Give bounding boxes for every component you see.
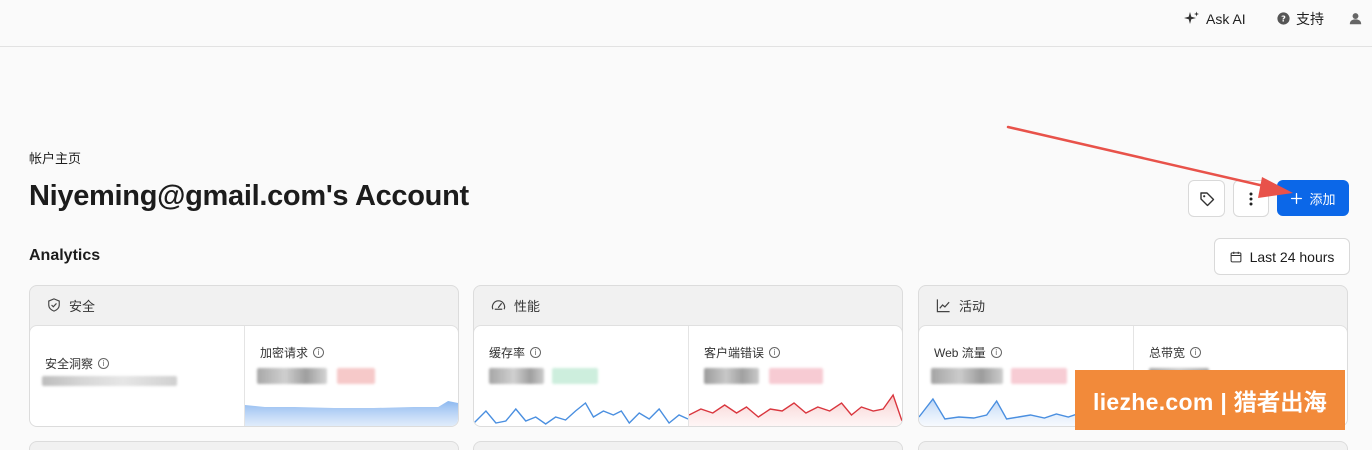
redacted-value bbox=[489, 368, 544, 384]
info-icon[interactable]: i bbox=[313, 347, 325, 358]
redacted-value bbox=[42, 376, 177, 386]
metric-security-insights[interactable]: 安全洞察 i bbox=[30, 326, 244, 426]
card-title: 活动 bbox=[959, 298, 986, 314]
tag-icon bbox=[1199, 191, 1214, 206]
info-icon[interactable]: i bbox=[530, 347, 542, 358]
metric-cache-rate[interactable]: 缓存率 i bbox=[474, 326, 688, 426]
metric-encrypted-requests[interactable]: 加密请求 i bbox=[244, 326, 458, 426]
card-next-row bbox=[29, 441, 459, 450]
svg-text:?: ? bbox=[1281, 13, 1286, 23]
metric-label: 客户端错误 bbox=[704, 346, 765, 360]
card-body: 缓存率 i 客户端错误 i bbox=[474, 325, 902, 426]
shield-check-icon bbox=[48, 298, 60, 312]
security-card: 安全 安全洞察 i 加密请求 i bbox=[29, 285, 459, 427]
metric-label: 总带宽 bbox=[1149, 346, 1186, 360]
user-icon bbox=[1349, 13, 1362, 25]
card-next-row bbox=[918, 441, 1348, 450]
plus-icon bbox=[1291, 192, 1303, 204]
tag-button[interactable] bbox=[1188, 180, 1225, 217]
gauge-icon bbox=[491, 299, 506, 310]
card-header: 性能 bbox=[474, 286, 902, 324]
analytics-title: Analytics bbox=[29, 247, 101, 264]
info-icon[interactable]: i bbox=[1190, 347, 1202, 358]
metric-label-wrap: 总带宽 i bbox=[1149, 344, 1202, 361]
redacted-value bbox=[257, 368, 327, 384]
client-errors-sparkline bbox=[689, 393, 902, 426]
time-range-button[interactable]: Last 24 hours bbox=[1214, 238, 1350, 275]
performance-card: 性能 缓存率 i 客户端错误 i bbox=[473, 285, 903, 427]
metric-label-wrap: 缓存率 i bbox=[489, 344, 542, 361]
support-label: 支持 bbox=[1296, 10, 1324, 27]
metric-label: 加密请求 bbox=[260, 346, 309, 360]
info-icon[interactable]: i bbox=[769, 347, 781, 358]
top-bar: Ask AI ? 支持 bbox=[0, 0, 1372, 47]
metric-label: 缓存率 bbox=[489, 346, 526, 360]
sparkle-icon bbox=[1184, 11, 1199, 24]
info-icon[interactable]: i bbox=[98, 358, 110, 369]
metric-label-wrap: Web 流量 i bbox=[934, 344, 1002, 361]
calendar-icon bbox=[1230, 251, 1241, 262]
metric-label: 安全洞察 bbox=[45, 357, 94, 371]
user-menu-button[interactable] bbox=[1349, 0, 1362, 37]
redacted-value bbox=[704, 368, 759, 384]
line-chart-icon bbox=[936, 298, 950, 312]
support-button[interactable]: ? 支持 bbox=[1277, 0, 1324, 37]
metric-label-wrap: 加密请求 i bbox=[260, 344, 325, 361]
card-title: 安全 bbox=[69, 298, 96, 314]
metric-label-wrap: 客户端错误 i bbox=[704, 344, 781, 361]
encrypted-requests-sparkline bbox=[245, 401, 458, 426]
watermark: liezhe.com | 猎者出海 bbox=[1075, 370, 1345, 430]
redacted-change bbox=[552, 368, 598, 384]
card-body: 安全洞察 i 加密请求 i bbox=[30, 325, 458, 426]
info-icon[interactable]: i bbox=[990, 347, 1002, 358]
metric-client-errors[interactable]: 客户端错误 i bbox=[688, 326, 902, 426]
help-circle-icon: ? bbox=[1277, 12, 1290, 25]
breadcrumb[interactable]: 帐户主页 bbox=[29, 148, 81, 167]
ask-ai-button[interactable]: Ask AI bbox=[1184, 0, 1246, 37]
page-title: Niyeming@gmail.com's Account bbox=[29, 180, 469, 212]
ask-ai-label: Ask AI bbox=[1206, 10, 1246, 27]
redacted-change bbox=[1011, 368, 1067, 384]
more-options-button[interactable] bbox=[1233, 180, 1269, 217]
metric-label-wrap: 安全洞察 i bbox=[45, 355, 110, 372]
add-button-label: 添加 bbox=[1309, 191, 1336, 207]
cache-rate-sparkline bbox=[474, 401, 688, 425]
more-vertical-icon bbox=[1249, 192, 1253, 205]
redacted-change bbox=[337, 368, 375, 384]
redacted-change bbox=[769, 368, 823, 384]
card-header: 活动 bbox=[919, 286, 1347, 324]
card-header: 安全 bbox=[30, 286, 458, 324]
metric-label: Web 流量 bbox=[934, 346, 986, 360]
time-range-label: Last 24 hours bbox=[1249, 248, 1335, 265]
card-title: 性能 bbox=[514, 298, 541, 314]
redacted-value bbox=[931, 368, 1003, 384]
card-next-row bbox=[473, 441, 903, 450]
add-button[interactable]: 添加 bbox=[1277, 180, 1349, 216]
